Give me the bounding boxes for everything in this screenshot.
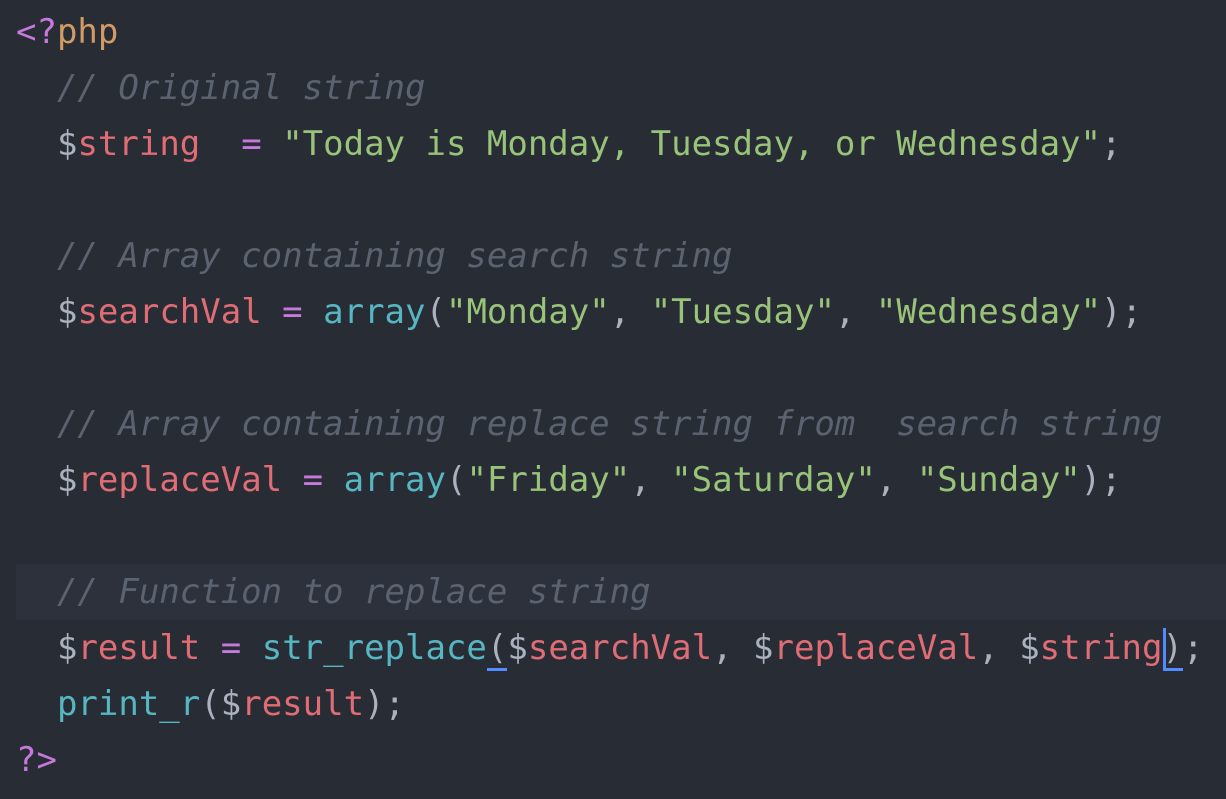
punctuation: , <box>978 628 1020 668</box>
punctuation: , <box>630 460 672 500</box>
punctuation <box>16 292 57 332</box>
string-literal: "Sunday" <box>916 460 1081 500</box>
code-line[interactable]: // Array containing replace string from … <box>16 396 1226 452</box>
punctuation <box>323 460 343 500</box>
variable-sigil: $ <box>56 292 78 332</box>
punctuation <box>303 292 323 332</box>
punctuation: ( <box>425 292 446 332</box>
string-literal: "Monday" <box>445 292 610 332</box>
string-literal: "Friday" <box>466 460 631 500</box>
code-line[interactable]: print_r($result); <box>16 676 1226 732</box>
variable-name: replaceVal <box>77 460 283 500</box>
code-line-active[interactable]: // Function to replace string <box>16 564 1226 620</box>
variable-name: replaceVal <box>773 628 979 668</box>
punctuation: , <box>875 460 917 500</box>
php-tag: <? <box>16 12 57 52</box>
string-literal: "Wednesday" <box>875 292 1102 332</box>
code-comment: // Original string <box>56 68 426 108</box>
punctuation <box>262 292 282 332</box>
variable-sigil: $ <box>1019 628 1040 668</box>
operator: = <box>220 628 242 668</box>
function-name: str_replace <box>261 628 487 668</box>
matched-bracket: ) <box>1162 628 1183 671</box>
punctuation: ( <box>200 684 221 724</box>
punctuation <box>16 684 57 724</box>
code-line[interactable]: ?> <box>16 732 1226 788</box>
punctuation: , <box>609 292 651 332</box>
string-literal: "Today is Monday, Tuesday, or Wednesday" <box>282 124 1101 164</box>
variable-sigil: $ <box>56 460 78 500</box>
punctuation: , <box>712 628 754 668</box>
code-comment: // Array containing search string <box>56 236 733 276</box>
variable-name: string <box>1039 628 1163 668</box>
punctuation: , <box>834 292 876 332</box>
php-tag: ?> <box>16 740 57 780</box>
variable-sigil: $ <box>56 628 78 668</box>
function-name: array <box>323 292 426 332</box>
punctuation <box>16 68 57 108</box>
punctuation: ; <box>1100 124 1122 164</box>
variable-sigil: $ <box>753 628 774 668</box>
string-literal: "Tuesday" <box>650 292 835 332</box>
operator: = <box>241 124 262 164</box>
php-keyword: php <box>56 12 119 52</box>
code-line[interactable]: // Original string <box>16 60 1226 116</box>
code-line[interactable]: $result = str_replace($searchVal, $repla… <box>16 620 1226 676</box>
punctuation: ); <box>364 684 405 724</box>
code-comment: // Function to replace string <box>56 572 651 612</box>
punctuation <box>262 124 282 164</box>
variable-name: string <box>77 124 201 164</box>
function-name: print_r <box>56 684 201 724</box>
variable-name: searchVal <box>77 292 262 332</box>
string-literal: "Saturday" <box>671 460 876 500</box>
code-editor[interactable]: <?php // Original string $string = "Toda… <box>0 0 1226 799</box>
punctuation <box>200 124 241 164</box>
variable-name: searchVal <box>527 628 713 668</box>
code-line[interactable] <box>16 340 1226 396</box>
code-line[interactable]: $searchVal = array("Monday", "Tuesday", … <box>16 284 1226 340</box>
punctuation <box>16 628 57 668</box>
text-cursor <box>1162 627 1166 668</box>
operator: = <box>302 460 324 500</box>
code-line[interactable] <box>16 172 1226 228</box>
code-line[interactable]: <?php <box>16 4 1226 60</box>
code-line[interactable]: $replaceVal = array("Friday", "Saturday"… <box>16 452 1226 508</box>
variable-sigil: $ <box>56 124 78 164</box>
punctuation <box>16 460 57 500</box>
code-line[interactable] <box>16 508 1226 564</box>
punctuation <box>241 628 261 668</box>
variable-name: result <box>77 628 201 668</box>
code-line[interactable]: // Array containing search string <box>16 228 1226 284</box>
punctuation <box>282 460 302 500</box>
punctuation <box>200 628 220 668</box>
punctuation <box>16 572 57 612</box>
code-comment: // Array containing replace string from … <box>56 404 1163 444</box>
function-name: array <box>343 460 446 500</box>
punctuation <box>16 236 57 276</box>
operator: = <box>282 292 303 332</box>
punctuation: ); <box>1080 460 1122 500</box>
code-line[interactable]: $string = "Today is Monday, Tuesday, or … <box>16 116 1226 172</box>
punctuation: ); <box>1101 292 1142 332</box>
punctuation <box>16 404 57 444</box>
punctuation <box>16 124 57 164</box>
variable-sigil: $ <box>220 684 242 724</box>
variable-name: result <box>241 684 365 724</box>
punctuation: ; <box>1182 628 1204 668</box>
punctuation: ( <box>445 460 467 500</box>
variable-sigil: $ <box>507 628 528 668</box>
matched-bracket: ( <box>486 628 508 671</box>
